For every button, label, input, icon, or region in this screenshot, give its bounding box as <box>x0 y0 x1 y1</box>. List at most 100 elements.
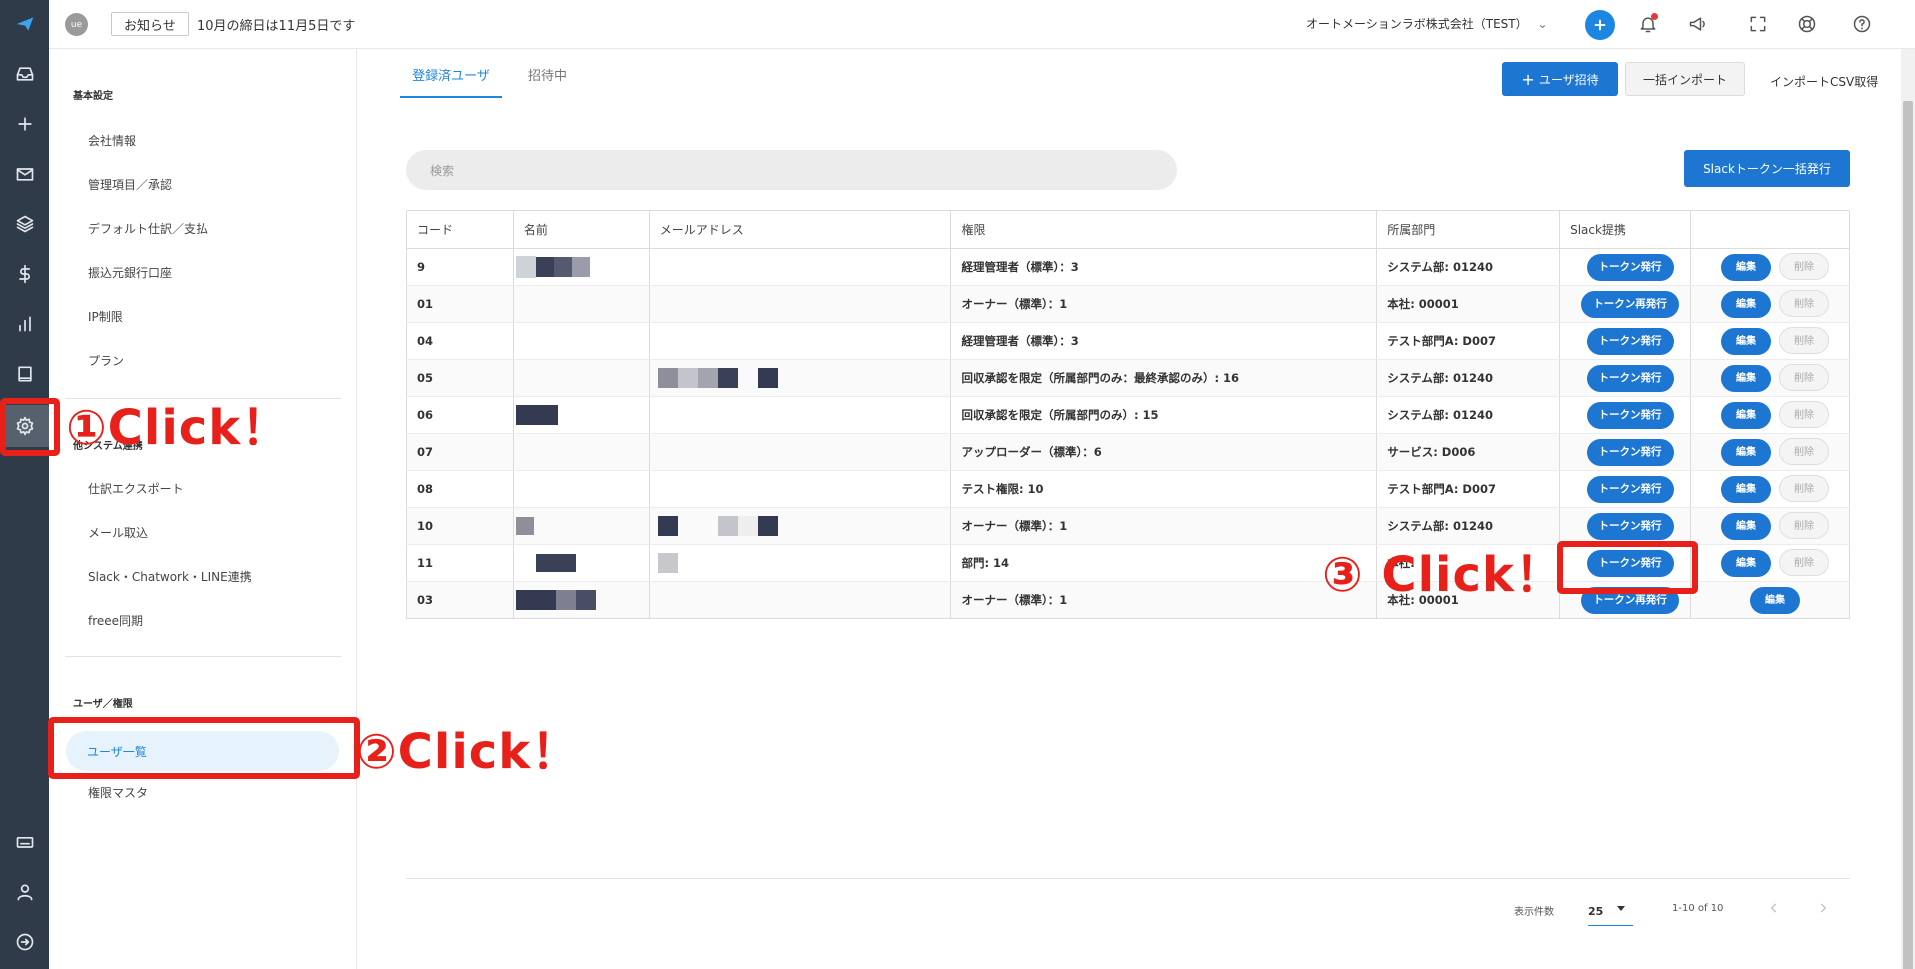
user-icon[interactable] <box>0 872 49 912</box>
token-issue-button[interactable]: トークン発行 <box>1586 438 1674 466</box>
per-page-select[interactable]: 25 <box>1588 898 1633 926</box>
token-issue-button[interactable]: トークン発行 <box>1586 475 1674 503</box>
edit-button[interactable]: 編集 <box>1721 476 1772 503</box>
token-issue-button[interactable]: トークン発行 <box>1586 327 1674 355</box>
bell-icon[interactable] <box>1636 12 1660 36</box>
scrollbar[interactable] <box>1901 49 1915 969</box>
question-icon[interactable] <box>1850 12 1874 36</box>
cell-email-redacted <box>648 396 952 434</box>
notice-button[interactable]: お知らせ <box>111 12 189 36</box>
layers-icon[interactable] <box>0 204 49 244</box>
delete-button[interactable]: 削除 <box>1779 438 1830 465</box>
table-row[interactable]: 01 オーナー（標準）：1 本社: 00001 トークン再発行 編集 削除 <box>406 285 1850 323</box>
edit-button[interactable]: 編集 <box>1721 328 1772 355</box>
redaction-block <box>757 516 778 536</box>
token-issue-button[interactable]: トークン再発行 <box>1581 290 1679 318</box>
sidebar-item-journal-export[interactable]: 仕訳エクスポート <box>88 480 184 497</box>
search-input[interactable]: 検索 <box>406 150 1177 190</box>
keyboard-icon[interactable] <box>0 822 49 862</box>
delete-button[interactable]: 削除 <box>1779 253 1830 280</box>
avatar[interactable]: ue <box>65 13 88 36</box>
create-plus-button[interactable] <box>1585 10 1615 40</box>
table-row[interactable]: 05 回収承認を限定（所属部門のみ：最終承認のみ）: 16 システム部: 01240… <box>406 359 1850 397</box>
edit-button[interactable]: 編集 <box>1721 513 1772 540</box>
sidebar-item-permission-master[interactable]: 権限マスタ <box>88 784 148 801</box>
delete-button[interactable]: 削除 <box>1779 364 1830 391</box>
sidebar-item-company[interactable]: 会社情報 <box>88 132 136 149</box>
cell-actions: 編集 削除 <box>1690 433 1850 471</box>
redaction-block <box>757 368 778 388</box>
book-icon[interactable] <box>0 354 49 394</box>
edit-button[interactable]: 編集 <box>1721 402 1772 429</box>
cell-slack: トークン発行 <box>1559 507 1692 545</box>
column-header-name[interactable]: 名前 <box>512 210 650 249</box>
table-row[interactable]: 9 経理管理者（標準）：3 システム部: 01240 トークン発行 編集 削除 <box>406 248 1850 286</box>
tab-registered-users[interactable]: 登録済ユーザ <box>400 65 502 98</box>
table-row[interactable]: 10 オーナー（標準）：1 システム部: 01240 トークン発行 編集 削除 <box>406 507 1850 545</box>
sidebar-item-management[interactable]: 管理項目／承認 <box>88 176 172 193</box>
page-range: 1-10 of 10 <box>1672 903 1724 914</box>
inbox-icon[interactable] <box>0 54 49 94</box>
token-issue-button[interactable]: トークン発行 <box>1586 401 1674 429</box>
edit-button[interactable]: 編集 <box>1721 254 1772 281</box>
sidebar-item-ip[interactable]: IP制限 <box>88 308 123 325</box>
token-issue-button[interactable]: トークン発行 <box>1586 512 1674 540</box>
sidebar-item-chat-integration[interactable]: Slack・Chatwork・LINE連携 <box>88 568 252 585</box>
scrollbar-thumb[interactable] <box>1903 101 1913 969</box>
cell-actions: 編集 削除 <box>1690 359 1850 397</box>
sidebar-item-default-journal[interactable]: デフォルト仕訳／支払 <box>88 220 208 237</box>
cell-code: 01 <box>406 285 514 323</box>
edit-button[interactable]: 編集 <box>1750 586 1801 614</box>
delete-button[interactable]: 削除 <box>1779 401 1830 428</box>
delete-button[interactable]: 削除 <box>1779 475 1830 502</box>
table-row[interactable]: 04 経理管理者（標準）：3 テスト部門A: D007 トークン発行 編集 削除 <box>406 322 1850 360</box>
redaction-block <box>717 368 738 388</box>
slack-bulk-token-button[interactable]: Slackトークン一括発行 <box>1684 150 1850 187</box>
table-row[interactable]: 08 テスト権限: 10 テスト部門A: D007 トークン発行 編集 削除 <box>406 470 1850 508</box>
edit-button[interactable]: 編集 <box>1721 439 1772 466</box>
delete-button[interactable]: 削除 <box>1779 327 1830 354</box>
table-row[interactable]: 06 回収承認を限定（所属部門のみ）: 15 システム部: 01240 トークン発行編… <box>406 396 1850 434</box>
fullscreen-icon[interactable] <box>1746 12 1770 36</box>
delete-button[interactable]: 削除 <box>1779 290 1830 317</box>
megaphone-icon[interactable] <box>1686 12 1710 36</box>
plus-icon[interactable] <box>0 104 49 144</box>
dollar-icon[interactable] <box>0 254 49 294</box>
mail-icon[interactable] <box>0 154 49 194</box>
cell-actions: 編集 <box>1690 581 1850 619</box>
cell-name-redacted <box>512 248 650 286</box>
sidebar-item-freee-sync[interactable]: freee同期 <box>88 612 143 629</box>
delete-button[interactable]: 削除 <box>1779 512 1830 539</box>
bulk-import-button[interactable]: 一括インポート <box>1625 62 1745 96</box>
bar-chart-icon[interactable] <box>0 304 49 344</box>
redaction-block <box>515 256 536 278</box>
token-issue-button[interactable]: トークン発行 <box>1586 253 1674 281</box>
delete-button[interactable]: 削除 <box>1779 549 1830 576</box>
cell-role: アップローダー（標準）：6 <box>950 433 1378 471</box>
column-header-role[interactable]: 権限 <box>950 210 1378 249</box>
invite-user-button[interactable]: + ユーザ招待 <box>1502 62 1618 96</box>
logout-arrow-icon[interactable] <box>0 922 49 962</box>
help-lifebuoy-icon[interactable] <box>1795 12 1819 36</box>
prev-page-icon[interactable] <box>1764 898 1784 918</box>
redaction-block <box>657 553 678 573</box>
column-header-code[interactable]: コード <box>406 210 514 249</box>
import-csv-link[interactable]: インポートCSV取得 <box>1770 73 1878 90</box>
edit-button[interactable]: 編集 <box>1721 291 1772 318</box>
column-header-department[interactable]: 所属部門 <box>1376 210 1561 249</box>
column-header-email[interactable]: メールアドレス <box>648 210 952 249</box>
sidebar-item-bank[interactable]: 振込元銀行口座 <box>88 264 172 281</box>
logo-icon[interactable] <box>0 4 49 44</box>
sidebar-item-plan[interactable]: プラン <box>88 352 124 369</box>
redaction-block <box>677 368 698 388</box>
company-selector[interactable]: オートメーションラボ株式会社（TEST） ⌄ <box>1306 15 1548 32</box>
cell-slack: トークン発行 <box>1559 470 1692 508</box>
next-page-icon[interactable] <box>1813 898 1833 918</box>
edit-button[interactable]: 編集 <box>1721 550 1772 577</box>
table-row[interactable]: 07 アップローダー（標準）：6 サービス: D006 トークン発行 編集 削除 <box>406 433 1850 471</box>
token-issue-button[interactable]: トークン発行 <box>1586 364 1674 392</box>
edit-button[interactable]: 編集 <box>1721 365 1772 392</box>
cell-slack: トークン発行 <box>1559 322 1692 360</box>
tab-invited[interactable]: 招待中 <box>528 65 567 84</box>
sidebar-item-mail-import[interactable]: メール取込 <box>88 524 148 541</box>
